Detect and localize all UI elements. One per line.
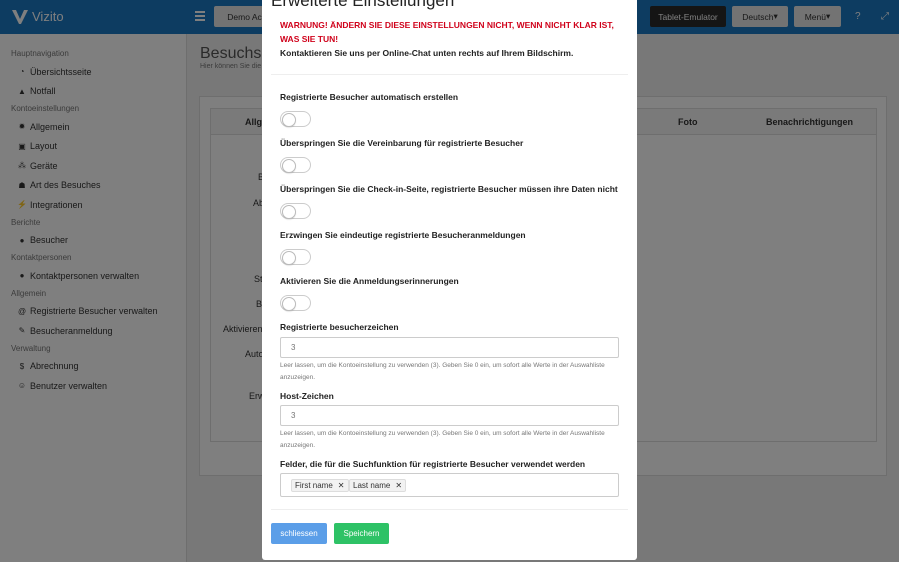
toggle-label: Registrierte Besucher automatisch erstel… xyxy=(280,92,459,102)
divider xyxy=(271,509,628,510)
unique-signins-toggle[interactable] xyxy=(280,249,311,265)
save-button[interactable]: Speichern xyxy=(334,523,389,544)
modal-title: Erweiterte Einstellungen xyxy=(271,0,455,10)
host-chars-help: Leer lassen, um die Kontoeinstellung zu … xyxy=(280,430,605,449)
field-tag: Last name ✕ xyxy=(349,479,407,492)
auto-create-visitors-toggle[interactable] xyxy=(280,111,311,127)
close-icon[interactable]: ✕ xyxy=(395,481,402,490)
tag-label: Last name xyxy=(353,481,391,490)
field-tag: First name ✕ xyxy=(291,479,349,492)
toggle-label: Überspringen Sie die Vereinbarung für re… xyxy=(280,138,524,148)
visitor-chars-input[interactable] xyxy=(280,337,619,358)
host-chars-label: Host-Zeichen xyxy=(280,391,334,401)
close-button[interactable]: schliessen xyxy=(271,523,327,544)
visitor-chars-help: Leer lassen, um die Kontoeinstellung zu … xyxy=(280,362,605,381)
tag-label: First name xyxy=(295,481,333,490)
visitor-chars-label: Registrierte besucherzeichen xyxy=(280,322,399,332)
search-fields-input[interactable]: First name ✕ Last name ✕ xyxy=(280,473,619,497)
skip-checkin-toggle[interactable] xyxy=(280,203,311,219)
toggle-label: Überspringen Sie die Check-in-Seite, reg… xyxy=(280,184,620,194)
divider xyxy=(271,74,628,75)
skip-agreement-toggle[interactable] xyxy=(280,157,311,173)
contact-text: Kontaktieren Sie uns per Online-Chat unt… xyxy=(280,48,574,58)
warning-text: WARNUNG! ÄNDERN SIE DIESE EINSTELLUNGEN … xyxy=(280,20,614,44)
host-chars-input[interactable] xyxy=(280,405,619,426)
close-icon[interactable]: ✕ xyxy=(338,481,345,490)
toggle-label: Erzwingen Sie eindeutige registrierte Be… xyxy=(280,230,526,240)
signin-reminders-toggle[interactable] xyxy=(280,295,311,311)
toggle-label: Aktivieren Sie die Anmeldungserinnerunge… xyxy=(280,276,459,286)
advanced-settings-modal: Erweiterte Einstellungen WARNUNG! ÄNDERN… xyxy=(262,0,637,560)
search-fields-label: Felder, die für die Suchfunktion für reg… xyxy=(280,459,586,469)
